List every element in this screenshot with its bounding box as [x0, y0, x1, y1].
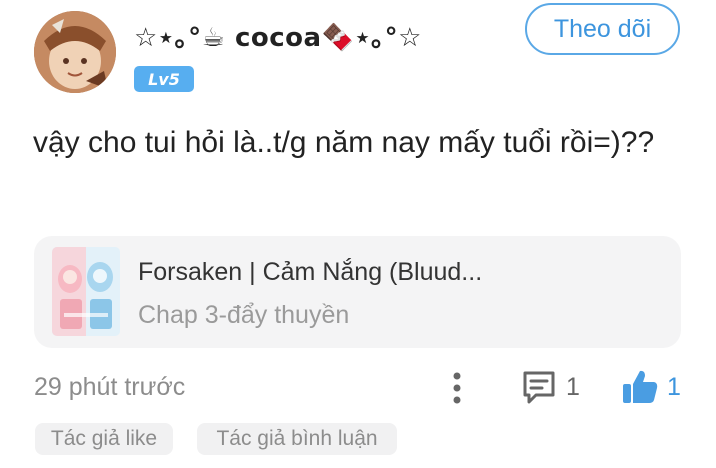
like-count[interactable]: 1 [667, 373, 681, 402]
story-cover-image [52, 247, 120, 336]
tag-author-commented: Tác giả bình luận [197, 423, 397, 455]
avatar[interactable] [34, 11, 116, 93]
story-chapter: Chap 3-đẩy thuyền [138, 301, 350, 329]
tag-author-liked: Tác giả like [35, 423, 173, 455]
comment-icon[interactable] [520, 368, 558, 406]
comment-count[interactable]: 1 [566, 373, 580, 402]
follow-button[interactable]: Theo dõi [525, 3, 680, 55]
comment-text: vậy cho tui hỏi là..t/g năm nay mấy tuổi… [33, 126, 655, 159]
thumbs-up-icon[interactable] [620, 367, 660, 407]
username[interactable]: ☆⋆｡°☕ cocoa🍫⋆｡°☆ [134, 14, 422, 56]
timestamp: 29 phút trước [34, 373, 186, 401]
story-title: Forsaken | Cảm Nắng (Bluud... [138, 258, 483, 286]
level-badge: Lv5 [134, 66, 194, 92]
more-vertical-icon[interactable] [443, 368, 471, 408]
avatar-image [34, 11, 116, 93]
story-card[interactable]: Forsaken | Cảm Nắng (Bluud... Chap 3-đẩy… [34, 236, 681, 348]
